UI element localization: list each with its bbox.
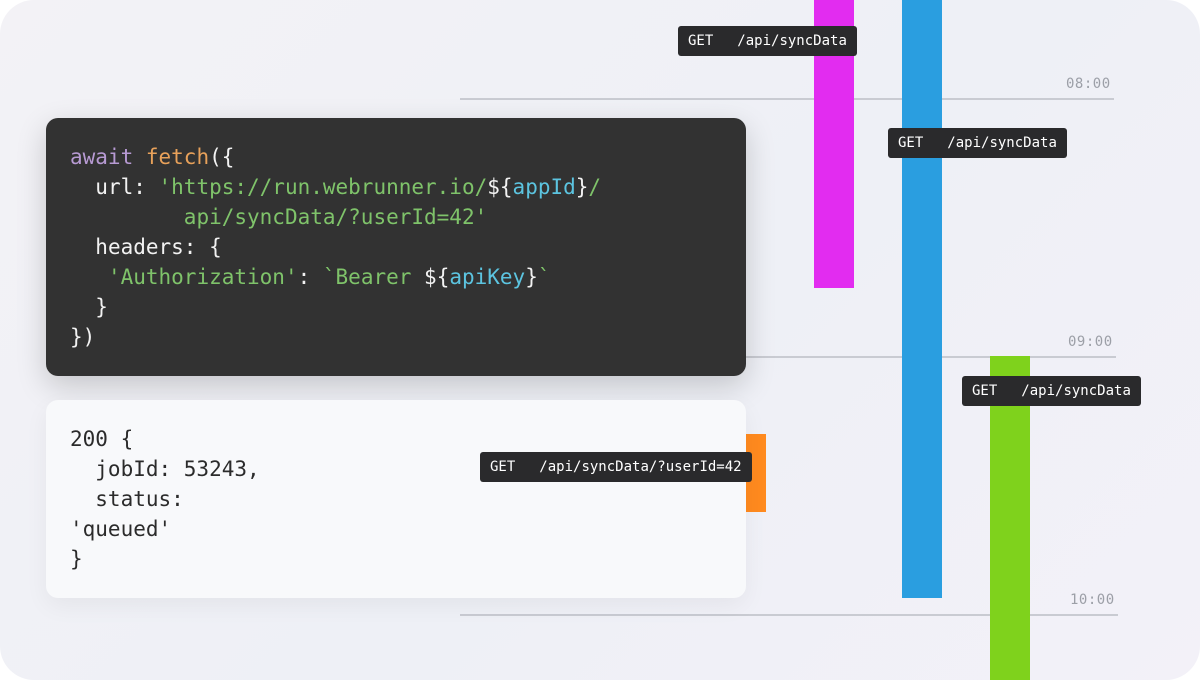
code-close-all: }) (70, 325, 96, 349)
fetch-code-card: await fetch({ url: 'https://run.webrunne… (46, 118, 746, 376)
request-tag-blue[interactable]: GET/api/syncData (888, 128, 1067, 158)
code-interp-close: } (575, 175, 589, 199)
request-path: /api/syncData (947, 135, 1057, 151)
code-backtick: ` (537, 265, 551, 289)
response-line-4: 'queued' (70, 517, 172, 541)
request-method: GET (688, 33, 714, 49)
code-interp-close-2: } (525, 265, 538, 289)
gridline-0800 (460, 98, 1114, 100)
code-url-string: 'https://run.webrunner.io/ (158, 175, 488, 199)
code-colon: : (297, 265, 323, 289)
code-url-slash: / (588, 175, 602, 199)
request-tag-orange[interactable]: GET/api/syncData/?userId=42 (480, 452, 752, 482)
code-fetch: fetch (145, 145, 210, 169)
response-line-3: status: (70, 487, 184, 511)
response-line-1: 200 { (70, 427, 134, 451)
request-method: GET (972, 383, 998, 399)
time-label-0900: 09:00 (1068, 334, 1113, 350)
request-tag-magenta[interactable]: GET/api/syncData (678, 26, 857, 56)
request-tag-green[interactable]: GET/api/syncData (962, 376, 1141, 406)
code-interp-open-2: ${ (424, 265, 450, 289)
code-close-brace: } (95, 295, 108, 319)
response-line-5: } (70, 547, 83, 571)
response-body: 200 { jobId: 53243, status: 'queued' } (70, 424, 260, 574)
code-auth-key: 'Authorization' (107, 265, 298, 289)
request-path: /api/syncData (737, 33, 847, 49)
request-method: GET (898, 135, 924, 151)
time-label-0800: 08:00 (1066, 76, 1111, 92)
response-card: 200 { jobId: 53243, status: 'queued' } (46, 400, 746, 598)
code-open: ({ (209, 145, 235, 169)
code-var-apikey: apiKey (449, 265, 526, 289)
fetch-code: await fetch({ url: 'https://run.webrunne… (70, 142, 601, 352)
request-path: /api/syncData (1021, 383, 1131, 399)
code-url-path: api/syncData/?userId=42' (183, 205, 488, 229)
code-headers-key: headers: { (95, 235, 222, 259)
request-method: GET (490, 459, 516, 475)
code-interp-open: ${ (487, 175, 513, 199)
code-var-appid: appId (512, 175, 576, 199)
code-await: await (70, 145, 134, 169)
request-bar-blue[interactable] (902, 0, 942, 598)
response-line-2: jobId: 53243, (70, 457, 260, 481)
code-url-key: url: (95, 175, 159, 199)
request-path: /api/syncData/?userId=42 (539, 459, 742, 475)
timeline-canvas: 08:00 09:00 10:00 await fetch({ url: 'ht… (0, 0, 1200, 680)
code-bearer: `Bearer (322, 265, 425, 289)
time-label-1000: 10:00 (1070, 592, 1115, 608)
